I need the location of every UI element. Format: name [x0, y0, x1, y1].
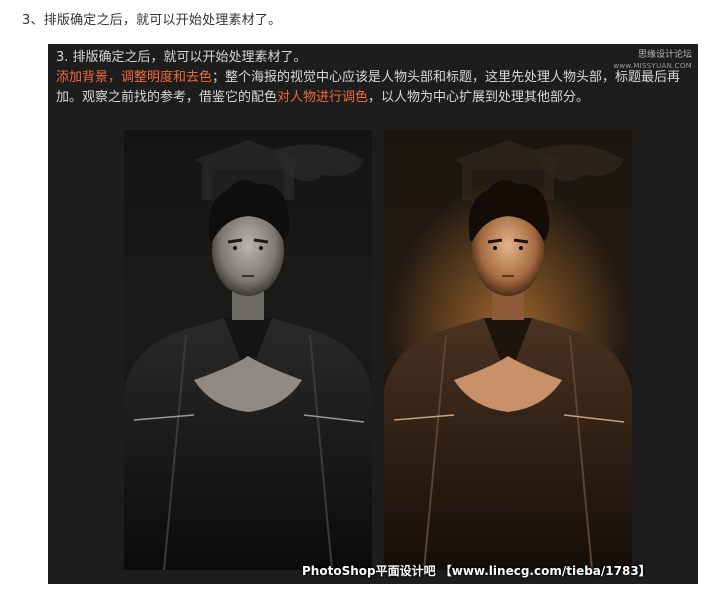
portrait-desaturated-illustration — [124, 140, 372, 570]
body-text-2: ，以人物为中心扩展到处理其他部分。 — [368, 90, 590, 105]
photo-desaturated — [124, 130, 372, 570]
panel-body-text: 添加背景，调整明度和去色；整个海报的视觉中心应该是人物头部和标题，这里先处理人物… — [56, 68, 696, 108]
step-heading: 3、排版确定之后，就可以开始处理素材了。 — [22, 13, 282, 28]
watermark-site: www.MISSYUAN.COM — [613, 62, 692, 70]
highlight-color-grade: 对人物进行调色 — [277, 90, 369, 105]
portrait-color-graded-illustration — [384, 140, 632, 570]
highlight-add-background: 添加背景，调整明度和去色 — [56, 70, 213, 85]
tutorial-image-panel: 3. 排版确定之后，就可以开始处理素材了。 添加背景，调整明度和去色；整个海报的… — [48, 44, 698, 584]
photo-color-graded — [384, 130, 632, 570]
panel-description: 3. 排版确定之后，就可以开始处理素材了。 添加背景，调整明度和去色；整个海报的… — [56, 48, 696, 108]
panel-step-line: 3. 排版确定之后，就可以开始处理素材了。 — [56, 50, 307, 65]
photo-caption-watermark: PhotoShop平面设计吧 【www.linecg.com/tieba/178… — [302, 564, 651, 578]
watermark-name: 思缘设计论坛 — [637, 50, 692, 60]
watermark-top: 思缘设计论坛 www.MISSYUAN.COM — [613, 50, 692, 72]
